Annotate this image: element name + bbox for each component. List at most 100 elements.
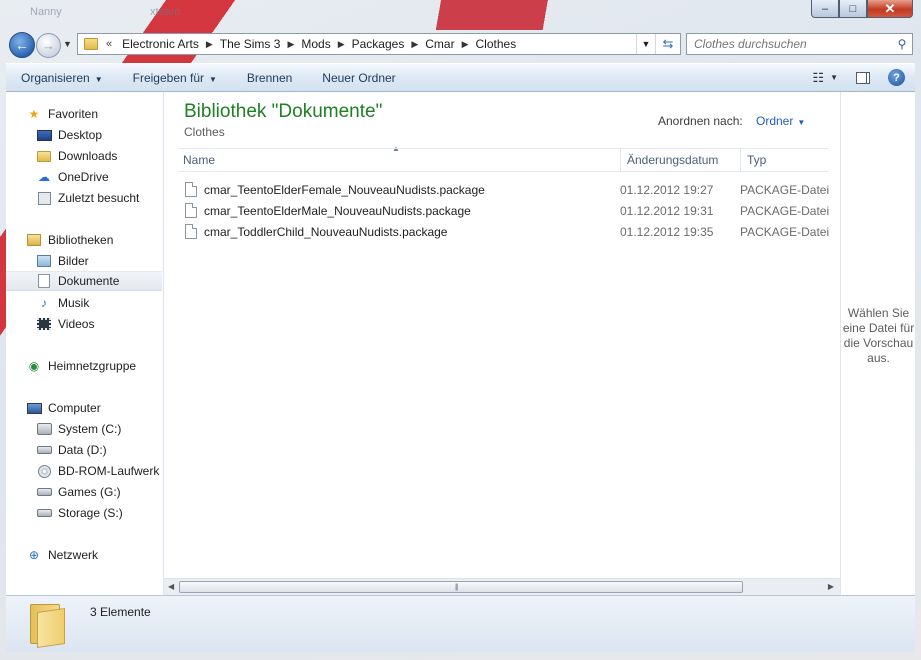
system-drive-icon	[36, 423, 52, 435]
sidebar-item-downloads[interactable]: Downloads	[36, 146, 117, 166]
file-date: 01.12.2012 19:27	[620, 183, 714, 197]
sidebar-item-label: Musik	[58, 296, 90, 310]
file-row[interactable]: cmar_ToddlerChild_NouveauNudists.package…	[178, 222, 838, 243]
sidebar-item-homegroup[interactable]: ◉ Heimnetzgruppe	[26, 356, 136, 376]
cloud-icon: ☁	[38, 170, 50, 184]
scrollbar-thumb[interactable]: |||	[179, 581, 743, 593]
breadcrumb-the-sims-3[interactable]: The Sims 3	[220, 37, 281, 51]
sidebar-item-music[interactable]: ♪ Musik	[36, 293, 89, 313]
column-header-name[interactable]: Name	[183, 149, 613, 171]
sidebar-item-network[interactable]: ⊕ Netzwerk	[26, 545, 98, 565]
hard-drive-icon	[36, 446, 52, 454]
sidebar-item-label: BD-ROM-Laufwerk (	[58, 464, 164, 478]
file-type: PACKAGE-Datei	[740, 225, 830, 239]
chevron-right-icon[interactable]: ▶	[206, 39, 213, 50]
sidebar-item-label: Favoriten	[48, 107, 99, 121]
sidebar-item-videos[interactable]: Videos	[36, 314, 94, 334]
column-header-type[interactable]: Typ	[740, 149, 830, 171]
file-icon	[185, 224, 197, 239]
folder-icon	[84, 38, 98, 50]
chevron-right-icon[interactable]: ▶	[462, 39, 469, 50]
breadcrumb-electronic-arts[interactable]: Electronic Arts	[122, 37, 199, 51]
sidebar-item-recent-places[interactable]: Zuletzt besucht	[36, 188, 139, 208]
sidebar-item-computer[interactable]: Computer	[26, 398, 101, 418]
help-icon[interactable]: ?	[888, 69, 905, 86]
sidebar-item-drive-s[interactable]: Storage (S:)	[36, 503, 123, 523]
breadcrumb-packages[interactable]: Packages	[352, 37, 405, 51]
minimize-button[interactable]: –	[811, 0, 839, 18]
share-menu-button[interactable]: Freigeben für ▼	[118, 71, 232, 85]
recent-pages-dropdown[interactable]: ▼	[63, 39, 72, 49]
sidebar-item-onedrive[interactable]: ☁ OneDrive	[36, 167, 109, 187]
file-row[interactable]: cmar_TeentoElderFemale_NouveauNudists.pa…	[178, 180, 838, 201]
pictures-icon	[37, 255, 51, 267]
breadcrumb-cmar[interactable]: Cmar	[425, 37, 454, 51]
sidebar-item-drive-d[interactable]: Data (D:)	[36, 440, 107, 460]
close-button[interactable]: ✕	[867, 0, 913, 18]
library-title: Bibliothek "Dokumente"	[184, 101, 383, 122]
view-options-icon[interactable]: ☷	[812, 70, 824, 86]
sidebar-item-drive-c[interactable]: System (C:)	[36, 419, 121, 439]
hard-drive-icon	[36, 488, 52, 496]
libraries-icon	[27, 234, 41, 246]
horizontal-scrollbar[interactable]: ◀ ||| ▶	[164, 578, 840, 595]
address-bar[interactable]: « Electronic Arts ▶ The Sims 3 ▶ Mods ▶ …	[77, 33, 681, 55]
sidebar-item-label: Data (D:)	[58, 443, 107, 457]
star-icon: ★	[28, 107, 40, 121]
chevron-right-icon[interactable]: ▶	[287, 39, 294, 50]
sidebar-item-documents[interactable]: Dokumente	[6, 271, 162, 291]
search-input[interactable]	[687, 36, 892, 52]
sidebar-item-label: Games (G:)	[58, 485, 121, 499]
arrange-by-label: Anordnen nach:	[658, 114, 743, 128]
sidebar-item-drive-g[interactable]: Games (G:)	[36, 482, 121, 502]
scroll-right-icon[interactable]: ▶	[828, 582, 834, 591]
music-note-icon: ♪	[41, 296, 47, 310]
chevron-right-icon[interactable]: ▶	[338, 39, 345, 50]
organize-menu-button[interactable]: Organisieren ▼	[6, 71, 118, 85]
breadcrumb-clothes[interactable]: Clothes	[476, 37, 517, 51]
file-name: cmar_ToddlerChild_NouveauNudists.package	[204, 225, 448, 239]
chevron-right-icon[interactable]: ▶	[411, 39, 418, 50]
arrow-left-icon: ←	[15, 37, 29, 53]
search-icon[interactable]: ⚲	[892, 37, 912, 51]
file-date: 01.12.2012 19:31	[620, 204, 714, 218]
sidebar-item-label: Dokumente	[58, 274, 120, 288]
file-row[interactable]: cmar_TeentoElderMale_NouveauNudists.pack…	[178, 201, 838, 222]
sidebar-item-label: Bibliotheken	[48, 233, 114, 247]
sidebar-item-desktop[interactable]: Desktop	[36, 125, 102, 145]
background-window-title: xteam	[150, 6, 180, 18]
column-header-date[interactable]: Änderungsdatum	[620, 149, 738, 171]
breadcrumb-overflow[interactable]: «	[106, 38, 112, 50]
forward-button[interactable]: →	[36, 33, 61, 58]
sidebar-item-libraries[interactable]: Bibliotheken	[26, 230, 113, 250]
search-box: ⚲	[686, 33, 913, 55]
burn-button[interactable]: Brennen	[232, 71, 307, 85]
computer-icon	[26, 402, 42, 414]
scroll-left-icon[interactable]: ◀	[168, 582, 174, 591]
folder-icon	[28, 602, 68, 648]
file-list-pane: Bibliothek "Dokumente" Clothes Anordnen …	[164, 92, 840, 595]
file-type: PACKAGE-Datei	[740, 183, 830, 197]
file-date: 01.12.2012 19:35	[620, 225, 714, 239]
refresh-icon: ⇆	[662, 36, 674, 51]
desktop-wallpaper-stripe	[380, 0, 680, 30]
chevron-down-icon[interactable]: ▼	[830, 73, 838, 82]
organize-label: Organisieren	[21, 70, 90, 85]
refresh-button[interactable]: ⇆	[655, 34, 680, 54]
view-controls: ☷ ▼ ?	[812, 69, 915, 86]
back-button[interactable]: ←	[9, 32, 35, 58]
sidebar-item-favorites[interactable]: ★ Favoriten	[26, 104, 98, 124]
breadcrumb-mods[interactable]: Mods	[301, 37, 330, 51]
arrange-by-dropdown[interactable]: Ordner ▼	[756, 114, 805, 128]
background-window-title: Nanny	[30, 6, 62, 18]
preview-pane-toggle-icon[interactable]	[856, 71, 870, 84]
sidebar-item-label: OneDrive	[58, 170, 109, 184]
sidebar-item-bd-rom[interactable]: BD-ROM-Laufwerk (	[36, 461, 164, 481]
close-icon: ✕	[884, 0, 896, 16]
sidebar-item-pictures[interactable]: Bilder	[36, 251, 89, 271]
file-name: cmar_TeentoElderMale_NouveauNudists.pack…	[204, 204, 471, 218]
maximize-button[interactable]: □	[839, 0, 867, 18]
address-controls: ▼ ⇆	[636, 34, 680, 54]
address-dropdown-button[interactable]: ▼	[636, 34, 655, 54]
new-folder-button[interactable]: Neuer Ordner	[307, 71, 410, 85]
